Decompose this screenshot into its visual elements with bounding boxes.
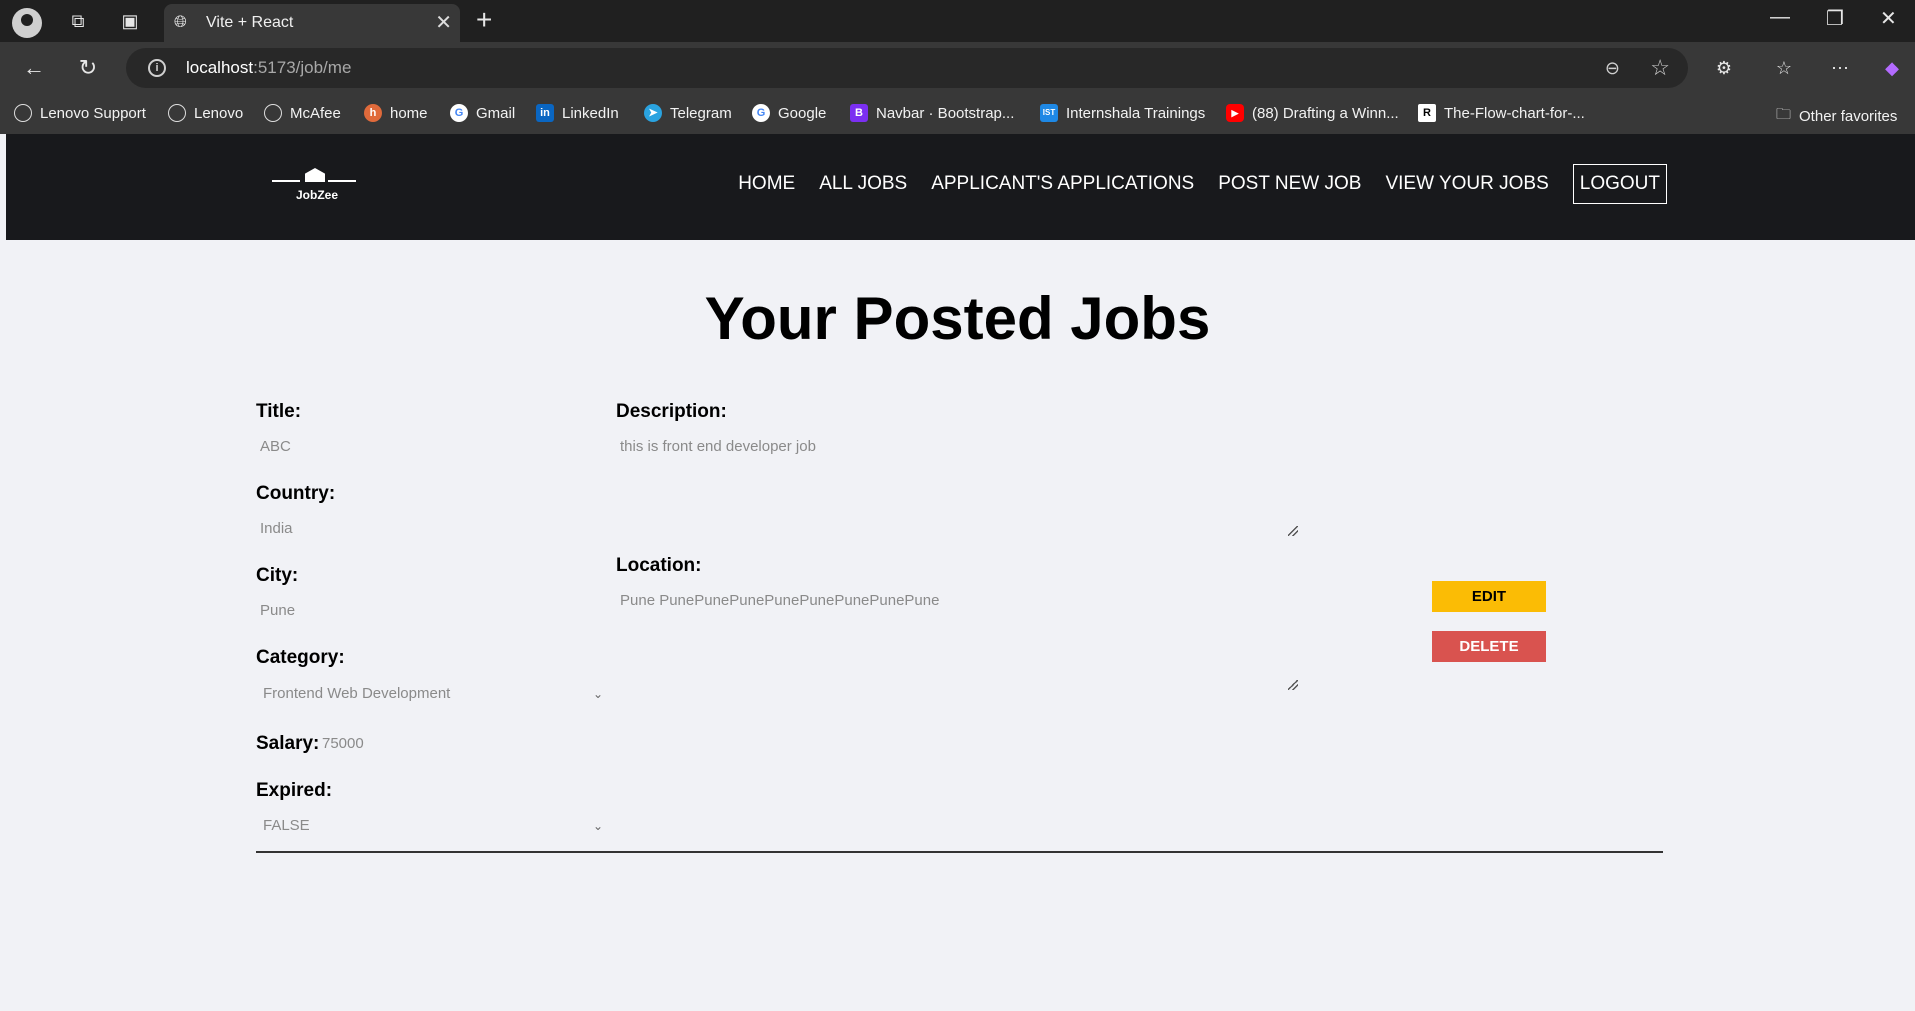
tab-title: Vite + React	[206, 14, 294, 31]
jobzee-logo[interactable]: JobZee	[272, 160, 362, 208]
app-navbar: JobZee HOME ALL JOBS APPLICANT'S APPLICA…	[6, 134, 1915, 240]
bootstrap-icon: B	[850, 104, 868, 122]
telegram-icon: ➤	[644, 104, 662, 122]
linkedin-icon: in	[536, 104, 554, 122]
delete-button[interactable]: DELETE	[1432, 631, 1546, 662]
expired-label: Expired:	[256, 780, 333, 801]
location-text: Pune PunePunePunePunePunePunePunePune	[620, 592, 940, 609]
location-label: Location:	[616, 555, 702, 576]
nav-home[interactable]: HOME	[738, 165, 795, 203]
browser-tab-bar: ⧉ ▣ 🌐︎ Vite + React ✕ + — ❐ ✕	[0, 0, 1915, 42]
expired-select[interactable]: FALSE ⌄	[263, 817, 603, 843]
edit-button[interactable]: EDIT	[1432, 581, 1546, 612]
bookmark-item[interactable]: ▶ (88) Drafting a Winn...	[1226, 104, 1399, 122]
vertical-tabs-icon[interactable]: ▣	[114, 5, 146, 37]
bookmark-item[interactable]: h home	[364, 104, 428, 122]
profile-icon[interactable]	[12, 8, 42, 38]
bookmark-item[interactable]: G Google	[752, 104, 826, 122]
bookmark-item[interactable]: in LinkedIn	[536, 104, 619, 122]
close-tab-icon[interactable]: ✕	[435, 10, 452, 35]
description-text: this is front end developer job	[620, 438, 816, 455]
bookmark-item[interactable]: B Navbar · Bootstrap...	[850, 104, 1014, 122]
building-icon	[305, 168, 325, 182]
globe-icon	[168, 104, 186, 122]
folder-icon: 🗀︎	[1776, 106, 1792, 123]
doc-icon: R	[1418, 104, 1436, 122]
chevron-down-icon: ⌄	[592, 687, 603, 701]
location-textarea[interactable]: Pune PunePunePunePunePunePunePunePune	[620, 592, 1298, 690]
favorite-star-icon[interactable]: ☆	[1650, 55, 1670, 81]
bookmark-item[interactable]: R The-Flow-chart-for-...	[1418, 104, 1585, 122]
title-label: Title:	[256, 401, 302, 422]
logout-button[interactable]: LOGOUT	[1572, 164, 1667, 204]
bookmark-item[interactable]: McAfee	[264, 104, 341, 122]
minimize-icon[interactable]: —	[1770, 6, 1790, 29]
nav-links: HOME ALL JOBS APPLICANT'S APPLICATIONS P…	[738, 164, 1667, 204]
description-label: Description:	[616, 401, 727, 422]
expired-selected-value: FALSE	[263, 817, 310, 834]
globe-icon	[264, 104, 282, 122]
google-icon: G	[752, 104, 770, 122]
browser-tab[interactable]: 🌐︎ Vite + React ✕	[164, 4, 460, 42]
site-info-icon[interactable]: i	[148, 59, 166, 77]
card-divider	[256, 851, 1663, 853]
page-title: Your Posted Jobs	[704, 285, 1211, 352]
zoom-icon[interactable]: ⊖	[1605, 58, 1620, 79]
home-favicon: h	[364, 104, 382, 122]
resize-handle-icon[interactable]	[1288, 526, 1298, 536]
logo-text: JobZee	[296, 188, 339, 202]
nav-applicants-applications[interactable]: APPLICANT'S APPLICATIONS	[931, 165, 1194, 203]
restore-icon[interactable]: ❐	[1826, 6, 1844, 31]
chevron-down-icon: ⌄	[592, 819, 603, 833]
youtube-icon: ▶	[1226, 104, 1244, 122]
copilot-icon[interactable]: ◆	[1876, 52, 1908, 84]
country-input[interactable]	[260, 520, 560, 537]
more-icon[interactable]: ⋯	[1824, 52, 1856, 84]
city-label: City:	[256, 565, 299, 586]
new-tab-icon[interactable]: +	[476, 4, 492, 36]
category-selected-value: Frontend Web Development	[263, 685, 451, 702]
url-text: localhost:5173/job/me	[186, 58, 352, 77]
bookmark-item[interactable]: G Gmail	[450, 104, 515, 122]
category-select[interactable]: Frontend Web Development ⌄	[263, 685, 603, 711]
nav-post-new-job[interactable]: POST NEW JOB	[1218, 165, 1361, 203]
nav-all-jobs[interactable]: ALL JOBS	[819, 165, 907, 203]
google-icon: G	[450, 104, 468, 122]
resize-handle-icon[interactable]	[1288, 680, 1298, 690]
city-input[interactable]	[260, 602, 560, 619]
favorites-icon[interactable]: ☆	[1768, 52, 1800, 84]
reload-icon[interactable]: ↻	[72, 52, 104, 84]
nav-view-your-jobs[interactable]: VIEW YOUR JOBS	[1385, 165, 1548, 203]
description-textarea[interactable]: this is front end developer job	[620, 438, 1298, 536]
bookmark-item[interactable]: ➤ Telegram	[644, 104, 732, 122]
bookmark-item[interactable]: Lenovo	[168, 104, 243, 122]
title-input[interactable]	[260, 438, 560, 455]
back-icon[interactable]: ←	[18, 52, 50, 84]
salary-label: Salary:	[256, 733, 320, 754]
bookmark-item[interactable]: IST Internshala Trainings	[1040, 104, 1205, 122]
address-bar-row: ← ↻ i localhost:5173/job/me ⊖ ☆ ⚙ ☆ ⋯ ◆	[0, 42, 1915, 94]
internshala-icon: IST	[1040, 104, 1058, 122]
salary-input[interactable]	[322, 735, 522, 752]
address-bar[interactable]: i localhost:5173/job/me ⊖ ☆	[126, 48, 1688, 88]
globe-icon: 🌐︎	[174, 14, 187, 31]
country-label: Country:	[256, 483, 336, 504]
globe-icon	[14, 104, 32, 122]
extensions-icon[interactable]: ⚙	[1708, 52, 1740, 84]
close-window-icon[interactable]: ✕	[1880, 6, 1897, 31]
workspaces-icon[interactable]: ⧉	[62, 5, 94, 37]
bookmark-item[interactable]: Lenovo Support	[14, 104, 146, 122]
category-label: Category:	[256, 647, 345, 668]
bookmarks-bar: Lenovo Support Lenovo McAfee h home G Gmai…	[0, 94, 1915, 134]
other-favorites[interactable]: 🗀︎ Other favorites	[1776, 104, 1897, 129]
